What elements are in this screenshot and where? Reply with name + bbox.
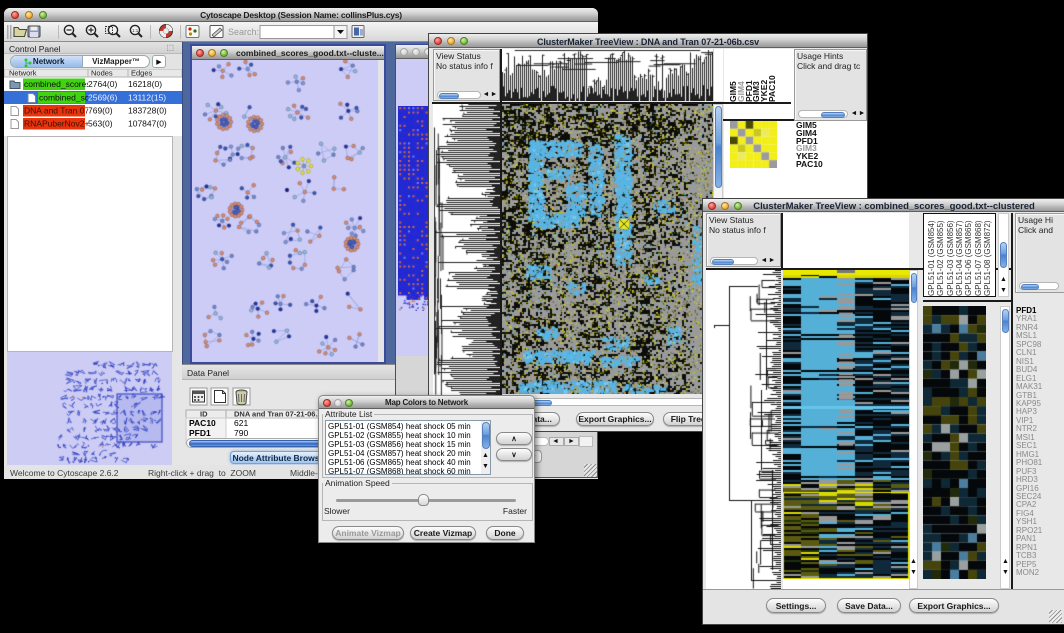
svg-text:621: 621 (234, 418, 248, 428)
svg-text:13112(15): 13112(15) (128, 93, 166, 103)
svg-text:1:1: 1:1 (132, 28, 139, 33)
svg-text:Edges: Edges (131, 69, 153, 78)
svg-text:DNA and Tran 07: DNA and Tran 07 (24, 106, 89, 116)
svg-text:2764(0): 2764(0) (88, 79, 117, 89)
svg-text:RNAPuberNov2+!: RNAPuberNov2+! (24, 119, 92, 129)
svg-text:PFD1: PFD1 (189, 428, 211, 438)
svg-text:Network: Network (9, 69, 37, 78)
svg-text:769(0): 769(0) (88, 106, 113, 116)
svg-text:183728(0): 183728(0) (128, 106, 167, 116)
svg-text:563(0): 563(0) (88, 119, 113, 129)
svg-text:16218(0): 16218(0) (128, 79, 162, 89)
svg-text:Nodes: Nodes (91, 69, 113, 78)
svg-text:2569(6): 2569(6) (88, 93, 117, 103)
svg-text:107847(0): 107847(0) (128, 119, 167, 129)
svg-text:Search:: Search: (228, 27, 259, 37)
svg-text:790: 790 (234, 428, 248, 438)
svg-text:PAC10: PAC10 (189, 418, 216, 428)
